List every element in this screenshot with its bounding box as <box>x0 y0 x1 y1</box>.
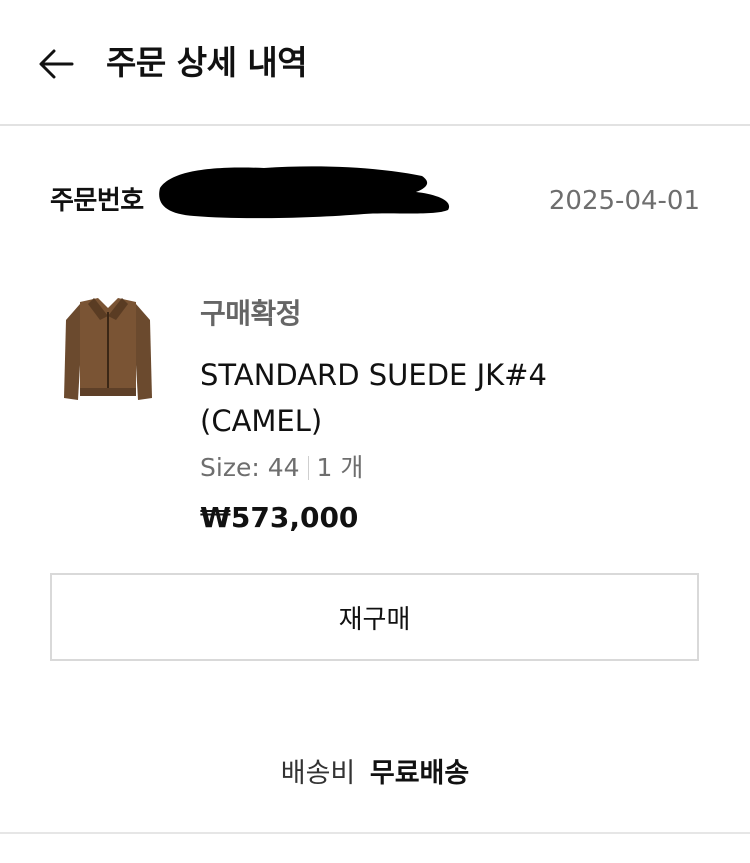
rebuy-button[interactable]: 재구매 <box>50 573 699 661</box>
product-size: Size: 44 <box>200 453 300 482</box>
option-divider <box>307 456 309 480</box>
app-header: 주문 상세 내역 <box>0 0 750 126</box>
shipping-info: 배송비 무료배송 <box>0 754 750 794</box>
order-number-label: 주문번호 <box>50 186 144 216</box>
shipping-fee-label: 배송비 <box>280 758 356 789</box>
product-name[interactable]: STANDARD SUEDE JK#4 (CAMEL) <box>200 352 620 444</box>
product-price: ₩573,000 <box>200 501 359 534</box>
product-quantity: 1 개 <box>316 453 364 482</box>
page-title: 주문 상세 내역 <box>106 43 308 82</box>
shipping-fee-value: 무료배송 <box>369 758 470 789</box>
arrow-left-icon <box>39 49 74 79</box>
product-thumbnail[interactable] <box>56 290 160 408</box>
redaction-mark <box>159 166 450 219</box>
order-date: 2025-04-01 <box>548 186 700 216</box>
back-button[interactable] <box>30 40 82 88</box>
order-detail-page: 주문 상세 내역 주문번호 2025-04-01 구매확정 STANDARD S… <box>0 0 750 863</box>
section-divider <box>0 832 750 834</box>
order-status: 구매확정 <box>200 297 302 330</box>
product-options: Size: 44 1 개 <box>200 450 363 486</box>
